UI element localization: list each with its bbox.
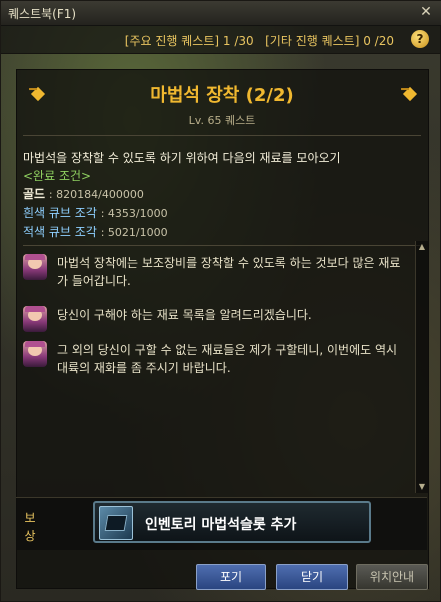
main-quest-count: 1 /30 bbox=[222, 34, 254, 48]
npc-portrait-icon bbox=[23, 254, 47, 280]
other-quest-count: 0 /20 bbox=[363, 34, 394, 48]
quest-counts: [주요 진행 퀘스트] 1 /30 [기타 진행 퀘스트] 0 /20 bbox=[125, 32, 394, 49]
quest-book-window: 퀘스트북(F1) ✕ [주요 진행 퀘스트] 1 /30 [기타 진행 퀘스트]… bbox=[0, 0, 441, 602]
scroll-up-icon[interactable]: ▲ bbox=[416, 241, 428, 253]
quest-level: Lv. 65 퀘스트 bbox=[188, 114, 256, 127]
completion-condition: <완료 조건> bbox=[23, 169, 92, 183]
title-bar[interactable]: 퀘스트북(F1) ✕ bbox=[1, 1, 441, 26]
reward-label: 보상 bbox=[24, 511, 36, 543]
requirement-value: 820184/400000 bbox=[56, 188, 144, 201]
close-icon[interactable]: ✕ bbox=[418, 4, 434, 20]
window-title: 퀘스트북(F1) bbox=[8, 7, 77, 21]
reward-item[interactable]: 인벤토리 마법석슬롯 추가 bbox=[93, 501, 371, 543]
quest-description: 마법석을 장착할 수 있도록 하기 위하여 다음의 재료를 모아오기 <완료 조… bbox=[23, 149, 423, 242]
divider bbox=[23, 245, 421, 246]
main-quest-label: [주요 진행 퀘스트] bbox=[124, 34, 220, 48]
npc-portrait-icon bbox=[23, 341, 47, 367]
dialogue-text: 그 외의 당신이 구할 수 없는 재료들은 제가 구할테니, 이번에도 역시 대… bbox=[57, 343, 398, 375]
abandon-button[interactable]: 포기 bbox=[196, 564, 266, 590]
requirement-row: 골드 : 820184/400000 bbox=[23, 187, 144, 201]
requirement-name: 골드 bbox=[23, 187, 46, 201]
dialogue-text: 마법석 장착에는 보조장비를 장착할 수 있도록 하는 것보다 많은 재료가 들… bbox=[57, 256, 401, 288]
location-guide-button[interactable]: 위치안내 bbox=[356, 564, 428, 590]
requirement-name: 흰색 큐브 조각 bbox=[23, 206, 97, 220]
reward-item-label: 인벤토리 마법석슬롯 추가 bbox=[145, 517, 297, 533]
quest-title: 마법석 장착 (2/2) bbox=[150, 85, 294, 106]
dialogue-scrollbar[interactable]: ▲ ▼ bbox=[415, 241, 428, 493]
dialogue-text: 당신이 구해야 하는 재료 목록을 알려드리겠습니다. bbox=[57, 308, 312, 322]
requirement-row: 적색 큐브 조각 : 5021/1000 bbox=[23, 225, 168, 239]
scroll-down-icon[interactable]: ▼ bbox=[416, 481, 428, 493]
other-quest-label: [기타 진행 퀘스트] bbox=[265, 34, 360, 48]
requirement-row: 흰색 큐브 조각 : 4353/1000 bbox=[23, 206, 168, 220]
quest-objective: 마법석을 장착할 수 있도록 하기 위하여 다음의 재료를 모아오기 bbox=[23, 151, 341, 165]
close-button[interactable]: 닫기 bbox=[276, 564, 348, 590]
quest-count-bar: [주요 진행 퀘스트] 1 /30 [기타 진행 퀘스트] 0 /20 ? bbox=[1, 25, 441, 54]
divider bbox=[23, 135, 421, 136]
npc-portrait-icon bbox=[23, 306, 47, 332]
help-icon[interactable]: ? bbox=[411, 30, 429, 48]
inventory-slot-icon bbox=[99, 506, 133, 540]
requirement-value: 5021/1000 bbox=[107, 226, 168, 239]
requirement-name: 적색 큐브 조각 bbox=[23, 225, 97, 239]
requirement-value: 4353/1000 bbox=[107, 207, 168, 220]
